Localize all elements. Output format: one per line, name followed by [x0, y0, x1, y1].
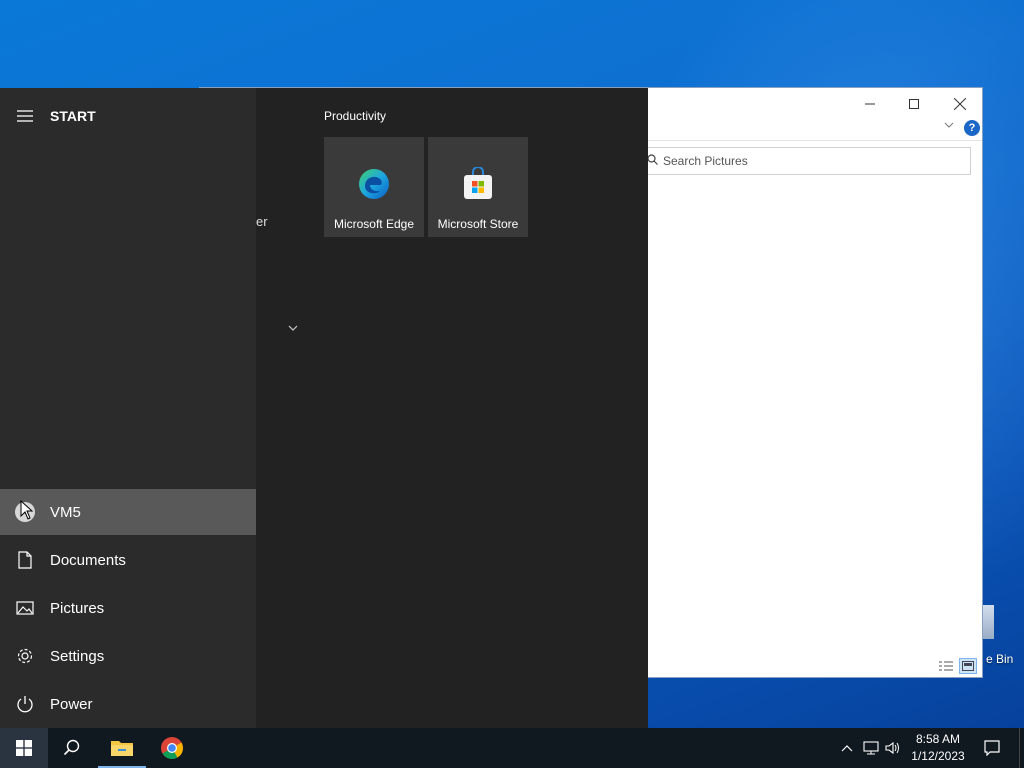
maximize-button[interactable]	[892, 92, 936, 116]
ribbon-divider	[640, 140, 982, 141]
hamburger-menu-icon[interactable]	[0, 110, 50, 122]
documents-item[interactable]: Documents	[0, 537, 256, 583]
microsoft-edge-tile[interactable]: Microsoft Edge	[324, 137, 424, 237]
taskbar-clock[interactable]: 8:58 AM 1/12/2023	[905, 731, 971, 765]
chevron-down-icon[interactable]	[288, 321, 298, 335]
mouse-cursor-icon	[20, 500, 34, 520]
close-icon	[954, 98, 966, 110]
recycle-bin-label[interactable]: e Bin	[986, 652, 1013, 666]
start-menu-header[interactable]: START	[0, 96, 256, 136]
power-label: Power	[50, 695, 93, 713]
show-desktop-button[interactable]	[1019, 728, 1024, 768]
large-icons-view-icon	[962, 661, 974, 671]
search-button[interactable]	[48, 728, 96, 768]
large-icons-view-button[interactable]	[959, 658, 977, 674]
edge-icon	[359, 169, 389, 199]
help-button[interactable]: ?	[964, 120, 980, 136]
gear-icon	[0, 647, 50, 665]
settings-label: Settings	[50, 647, 105, 665]
desktop: e Bin ? Search Pictures START VM5 Docume…	[0, 0, 1024, 768]
close-button[interactable]	[938, 92, 982, 116]
chrome-icon	[161, 737, 183, 759]
power-item[interactable]: Power	[0, 681, 256, 727]
store-icon	[464, 167, 492, 199]
settings-item[interactable]: Settings	[0, 633, 256, 679]
start-button[interactable]	[0, 728, 48, 768]
search-input[interactable]: Search Pictures	[640, 147, 971, 175]
microsoft-store-tile[interactable]: Microsoft Store	[428, 137, 528, 237]
file-explorer-taskbar-button[interactable]	[98, 728, 146, 768]
windows-logo-icon	[16, 740, 32, 756]
details-view-button[interactable]	[937, 658, 955, 674]
volume-icon[interactable]	[884, 740, 902, 756]
start-menu-left-rail: START VM5 Documents Pictures Settings Po…	[0, 88, 256, 728]
tile-group-title[interactable]: Productivity	[324, 109, 386, 123]
user-account-label: VM5	[50, 503, 81, 521]
minimize-button[interactable]	[848, 92, 892, 116]
taskbar: 8:58 AM 1/12/2023	[0, 728, 1024, 768]
network-icon[interactable]	[862, 740, 880, 756]
user-account-item[interactable]: VM5	[0, 489, 256, 535]
minimize-icon	[865, 103, 875, 105]
maximize-icon	[909, 99, 919, 109]
document-icon	[0, 551, 50, 569]
pictures-label: Pictures	[50, 599, 105, 617]
clock-time: 8:58 AM	[915, 732, 961, 746]
pictures-item[interactable]: Pictures	[0, 585, 256, 631]
microsoft-store-label: Microsoft Store	[437, 217, 519, 231]
ribbon-expand-chevron-icon[interactable]	[944, 118, 954, 132]
documents-label: Documents	[50, 551, 126, 569]
chrome-taskbar-button[interactable]	[148, 728, 196, 768]
microsoft-edge-label: Microsoft Edge	[333, 217, 415, 231]
clock-date: 1/12/2023	[911, 749, 965, 763]
search-icon	[63, 739, 80, 756]
show-hidden-icons-chevron-icon[interactable]	[838, 740, 856, 756]
notification-icon	[984, 740, 1000, 756]
power-icon	[0, 695, 50, 713]
pictures-icon	[0, 601, 50, 615]
start-menu: START VM5 Documents Pictures Settings Po…	[0, 88, 648, 728]
action-center-button[interactable]	[972, 728, 1012, 768]
folder-icon	[111, 741, 133, 756]
details-view-icon	[939, 661, 953, 671]
search-placeholder: Search Pictures	[663, 154, 748, 168]
app-list-item-fragment[interactable]: er	[256, 214, 268, 229]
start-menu-title: START	[50, 108, 96, 124]
